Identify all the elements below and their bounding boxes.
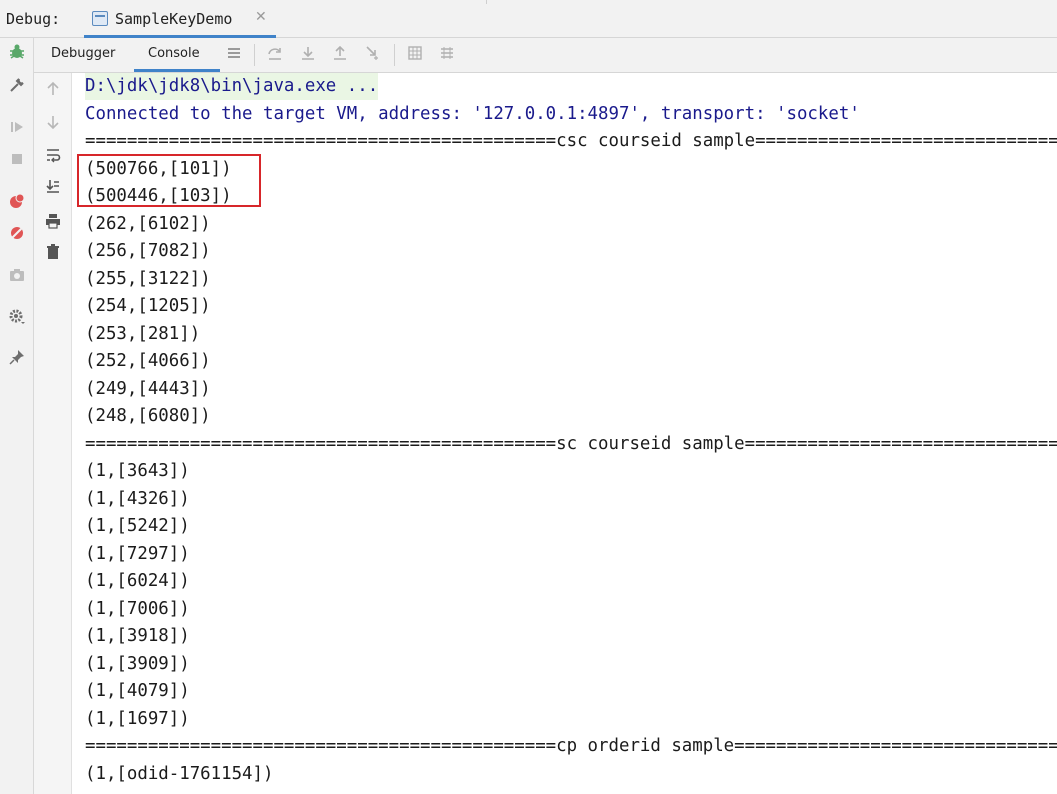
console-line: (1,[1697]) — [85, 708, 190, 729]
debug-left-toolbar — [0, 38, 34, 794]
arrow-up-icon[interactable] — [43, 81, 63, 101]
trash-icon[interactable] — [43, 244, 63, 264]
resume-program-icon[interactable] — [7, 118, 27, 138]
console-line: (1,[4079]) — [85, 681, 190, 701]
run-to-cursor-icon[interactable] — [363, 45, 383, 65]
session-tab-label: SampleKeyDemo — [115, 10, 233, 28]
console-line: (252,[4066]) — [85, 351, 211, 371]
console-line: (249,[4443]) — [85, 378, 211, 399]
console-vm-connected-line: Connected to the target VM, address: '12… — [85, 103, 860, 124]
run-config-icon — [92, 11, 108, 26]
step-into-icon[interactable] — [298, 45, 318, 65]
highlight-annotation-box — [77, 154, 261, 207]
console-line: (254,[1205]) — [85, 296, 211, 316]
console-line: (1,[odid-1761154]) — [85, 763, 274, 784]
console-line: (255,[3122]) — [85, 268, 211, 289]
console-line: (253,[281]) — [85, 323, 201, 344]
stop-icon[interactable] — [7, 150, 27, 170]
console-line: (1,[4326]) — [85, 488, 190, 509]
console-command-line: D:\jdk\jdk8\bin\java.exe ... — [85, 73, 379, 100]
console-line: (1,[3918]) — [85, 626, 190, 646]
debug-tabs-toolbar: Debugger Console — [34, 38, 1057, 73]
console-line: (1,[3909]) — [85, 653, 190, 674]
debug-toolwindow-header: Debug: SampleKeyDemo ✕ — [0, 0, 1057, 38]
wrench-settings-icon[interactable] — [7, 76, 27, 96]
pin-icon[interactable] — [7, 348, 27, 368]
evaluate-expression-icon[interactable] — [405, 45, 425, 65]
console-line: (256,[7082]) — [85, 241, 211, 261]
menu-icon[interactable] — [224, 45, 244, 65]
console-line: (1,[7297]) — [85, 543, 190, 564]
debug-title: Debug: — [6, 10, 61, 28]
view-breakpoints-icon[interactable] — [7, 192, 27, 212]
close-icon[interactable]: ✕ — [255, 9, 267, 25]
console-separator-line: ========================================… — [85, 736, 1057, 756]
trace-icon[interactable] — [437, 45, 457, 65]
mute-breakpoints-icon[interactable] — [7, 224, 27, 244]
rerun-debug-icon[interactable] — [7, 43, 27, 63]
console-line: (1,[5242]) — [85, 516, 190, 536]
camera-icon[interactable] — [7, 266, 27, 286]
console-line: (1,[7006]) — [85, 598, 190, 619]
session-tab-samplekeydemo[interactable]: SampleKeyDemo ✕ — [84, 4, 276, 38]
gear-icon[interactable] — [7, 308, 27, 328]
console-line: (248,[6080]) — [85, 406, 211, 426]
step-over-icon[interactable] — [265, 45, 285, 65]
console-line: (1,[3643]) — [85, 461, 190, 481]
console-line: (262,[6102]) — [85, 213, 211, 234]
scroll-to-end-icon[interactable] — [43, 178, 63, 198]
step-out-icon[interactable] — [330, 45, 350, 65]
divider — [394, 44, 395, 66]
print-icon[interactable] — [43, 213, 63, 233]
tab-console[interactable]: Console — [148, 46, 200, 61]
divider — [486, 0, 487, 4]
console-separator-line: ========================================… — [85, 131, 1057, 151]
tab-debugger[interactable]: Debugger — [51, 46, 115, 61]
soft-wrap-icon[interactable] — [43, 147, 63, 167]
console-gutter-toolbar — [34, 73, 72, 794]
console-separator-line: ========================================… — [85, 433, 1057, 454]
divider — [254, 44, 255, 66]
arrow-down-icon[interactable] — [43, 114, 63, 134]
console-line: (1,[6024]) — [85, 571, 190, 591]
active-tab-indicator — [134, 69, 220, 72]
